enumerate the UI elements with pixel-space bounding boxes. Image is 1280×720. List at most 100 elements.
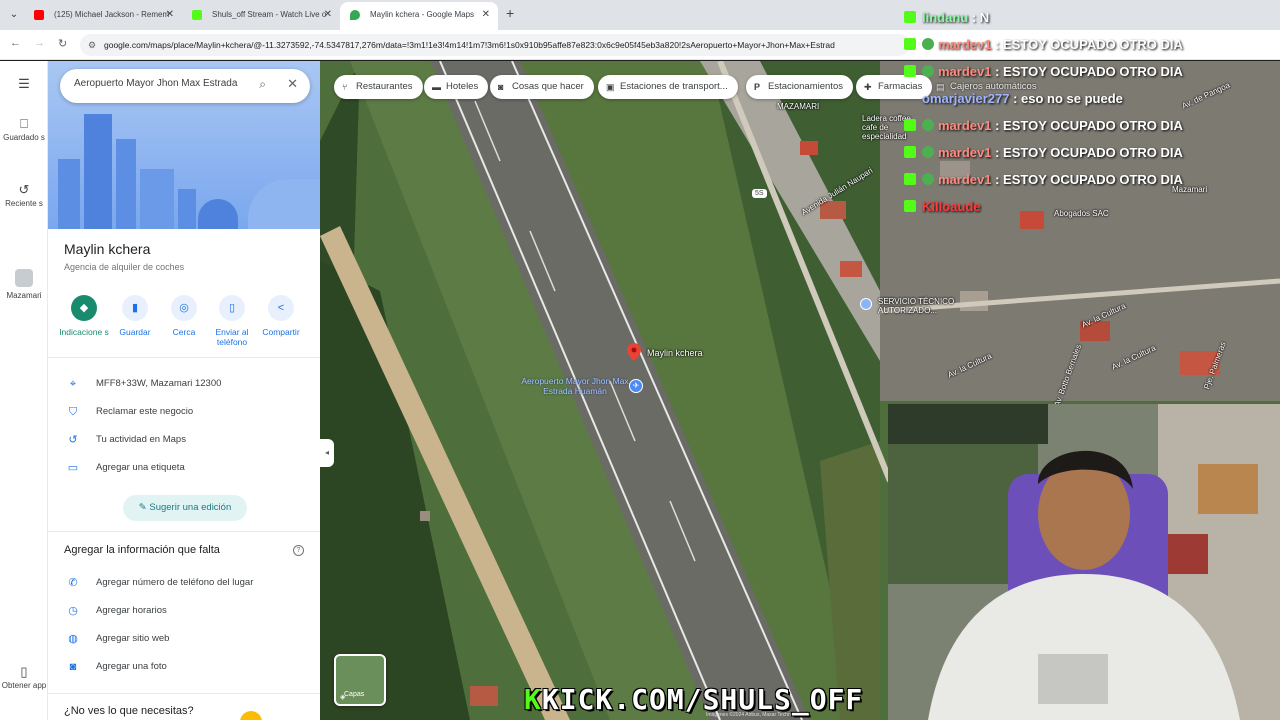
bus-icon: ▣	[606, 82, 615, 92]
action-buttons: ◆ Indicacione s ▮ Guardar ◎ Cerca ▯ Envi…	[58, 295, 318, 355]
send-to-phone-button[interactable]: ▯ Enviar al teléfono	[206, 295, 258, 347]
tab-title: Shuls_off Stream - Watch Live o	[212, 10, 327, 19]
stream-watermark: KKICK.COM/SHULS_OFF	[524, 683, 863, 716]
add-phone-row[interactable]: ✆ Agregar número de teléfono del lugar	[64, 574, 314, 592]
new-tab-icon[interactable]: +	[506, 5, 514, 21]
nearby-icon: ◎	[171, 295, 197, 321]
history-icon: ↺	[18, 182, 30, 197]
rail-item-mazamari[interactable]: Mazamari	[0, 269, 48, 301]
share-button[interactable]: < Compartir	[255, 295, 307, 337]
chat-message: mardev1 : ESTOY OCUPADO OTRO DIA	[904, 114, 1280, 138]
chat-user: mardev1	[938, 64, 992, 79]
kick-favicon-icon	[192, 10, 202, 20]
camera-icon: ◙	[69, 661, 77, 673]
collapse-panel-button[interactable]: ◂	[320, 439, 334, 467]
chip-transport[interactable]: ▣ Estaciones de transport...	[598, 75, 738, 99]
help-icon[interactable]: ?	[293, 545, 304, 556]
search-input[interactable]	[74, 78, 244, 89]
address-row[interactable]: ⌖ MFF8+33W, Mazamari 12300	[64, 375, 314, 393]
chip-label: Restaurantes	[356, 81, 413, 92]
hamburger-menu-icon: ☰	[18, 76, 30, 91]
chat-text: : N	[971, 10, 990, 25]
chat-message: mardev1 : ESTOY OCUPADO OTRO DIA	[904, 33, 1280, 57]
chat-text: : eso no se puede	[1013, 91, 1123, 106]
url-text: google.com/maps/place/Maylin+kchera/@-11…	[104, 40, 835, 50]
chat-text: : ESTOY OCUPADO OTRO DIA	[995, 118, 1183, 133]
parking-icon: P	[754, 82, 761, 92]
chat-message: mardev1 : ESTOY OCUPADO OTRO DIA	[904, 168, 1280, 192]
map-pin-icon[interactable]	[627, 343, 641, 361]
place-title: Maylin kchera	[64, 241, 151, 257]
tab-maps[interactable]: Maylin kchera - Google Maps ✕	[340, 2, 498, 30]
chat-text: : ESTOY OCUPADO OTRO DIA	[995, 37, 1183, 52]
rail-menu-button[interactable]: ☰	[0, 76, 48, 93]
chip-hotels[interactable]: ▬ Hoteles	[424, 75, 489, 99]
search-icon[interactable]: ⌕	[259, 77, 266, 92]
add-hours-text: Agregar horarios	[96, 605, 167, 616]
rail-item-recent[interactable]: ↺ Reciente s	[0, 182, 48, 209]
chip-label: Hoteles	[446, 81, 479, 92]
site-info-icon[interactable]: ⚙	[88, 34, 96, 56]
camera-icon: ◙	[498, 82, 504, 92]
rail-item-saved[interactable]: ⎕ Guardado s	[0, 117, 48, 143]
close-tab-icon[interactable]: ✕	[166, 2, 174, 28]
add-label-row[interactable]: ▭ Agregar una etiqueta	[64, 459, 314, 477]
phone-icon: ▯	[20, 664, 28, 679]
save-button[interactable]: ▮ Guardar	[109, 295, 161, 337]
add-hours-row[interactable]: ◷ Agregar horarios	[64, 602, 314, 620]
youtube-favicon-icon	[34, 10, 44, 20]
chip-parking[interactable]: P Estacionamientos	[746, 75, 853, 99]
chip-label: Estaciones de transport...	[620, 81, 728, 92]
chip-restaurants[interactable]: ⑂ Restaurantes	[334, 75, 423, 99]
directions-button[interactable]: ◆ Indicacione s	[58, 295, 110, 337]
airport-icon[interactable]: ✈	[629, 379, 643, 393]
back-arrow-icon[interactable]: ←	[10, 37, 21, 49]
chat-message: omarjavier277 : eso no se puede	[904, 87, 1280, 111]
url-field[interactable]: ⚙ google.com/maps/place/Maylin+kchera/@-…	[80, 34, 910, 56]
layers-label: Capas	[344, 691, 365, 698]
suggest-edit-button[interactable]: ✎ Sugerir una edición	[123, 495, 247, 521]
tab-kick[interactable]: Shuls_off Stream - Watch Live o ✕	[182, 2, 340, 30]
divider	[48, 531, 320, 532]
pin-label[interactable]: Maylin kchera	[647, 348, 703, 358]
chat-message: lindanu : N	[904, 6, 1280, 30]
chat-user: Killoaude	[922, 199, 981, 214]
location-pin-icon: ⌖	[69, 378, 77, 390]
kick-badge-icon	[904, 11, 916, 23]
poi-icon[interactable]	[860, 298, 872, 310]
place-thumb-icon	[15, 269, 33, 287]
rail-item-get-app[interactable]: ▯ Obtener app	[0, 664, 48, 691]
map-label: MAZAMARI	[777, 102, 820, 111]
chip-things-to-do[interactable]: ◙ Cosas que hacer	[490, 75, 594, 99]
layers-button[interactable]: ◈ Capas	[334, 654, 386, 706]
claim-business-row[interactable]: ⛉ Reclamar este negocio	[64, 403, 314, 421]
lightbulb-icon	[240, 711, 262, 720]
forward-arrow-icon[interactable]: →	[34, 37, 45, 49]
rail-item-label: Reciente s	[5, 199, 43, 208]
close-icon[interactable]: ✕	[287, 76, 298, 92]
map-label: SERVICIO TÉCNICO AUTORIZADO...	[878, 297, 955, 315]
add-photo-text: Agregar una foto	[96, 661, 167, 672]
add-photo-row[interactable]: ◙ Agregar una foto	[64, 658, 314, 676]
nearby-button[interactable]: ◎ Cerca	[158, 295, 210, 337]
tab-search-icon[interactable]: ⌄	[6, 7, 22, 23]
search-box[interactable]: ⌕ ✕	[60, 69, 310, 103]
close-tab-icon[interactable]: ✕	[482, 2, 490, 28]
place-panel: ⌕ ✕ Maylin kchera Agencia de alquiler de…	[48, 61, 320, 720]
chat-user: mardev1	[938, 145, 992, 160]
chat-user: lindanu	[922, 10, 969, 25]
tab-youtube[interactable]: (125) Michael Jackson - Remem ✕	[24, 2, 182, 30]
add-website-row[interactable]: ◍ Agregar sitio web	[64, 630, 314, 648]
reload-icon[interactable]: ↻	[58, 37, 67, 50]
kick-badge-icon	[904, 173, 916, 185]
chat-message: Killoaude	[904, 195, 1280, 219]
close-tab-icon[interactable]: ✕	[324, 2, 332, 28]
chat-text: : ESTOY OCUPADO OTRO DIA	[995, 145, 1183, 160]
not-found-prompt: ¿No ves lo que necesitas?	[64, 705, 194, 717]
emote-icon	[922, 119, 934, 131]
airport-label[interactable]: Aeropuerto Mayor Jhon Max Estrada Huamán	[520, 376, 630, 396]
pencil-icon: ✎	[138, 502, 150, 513]
activity-row[interactable]: ↺ Tu actividad en Maps	[64, 431, 314, 449]
kick-badge-icon	[904, 65, 916, 77]
chip-label: Cosas que hacer	[512, 81, 584, 92]
